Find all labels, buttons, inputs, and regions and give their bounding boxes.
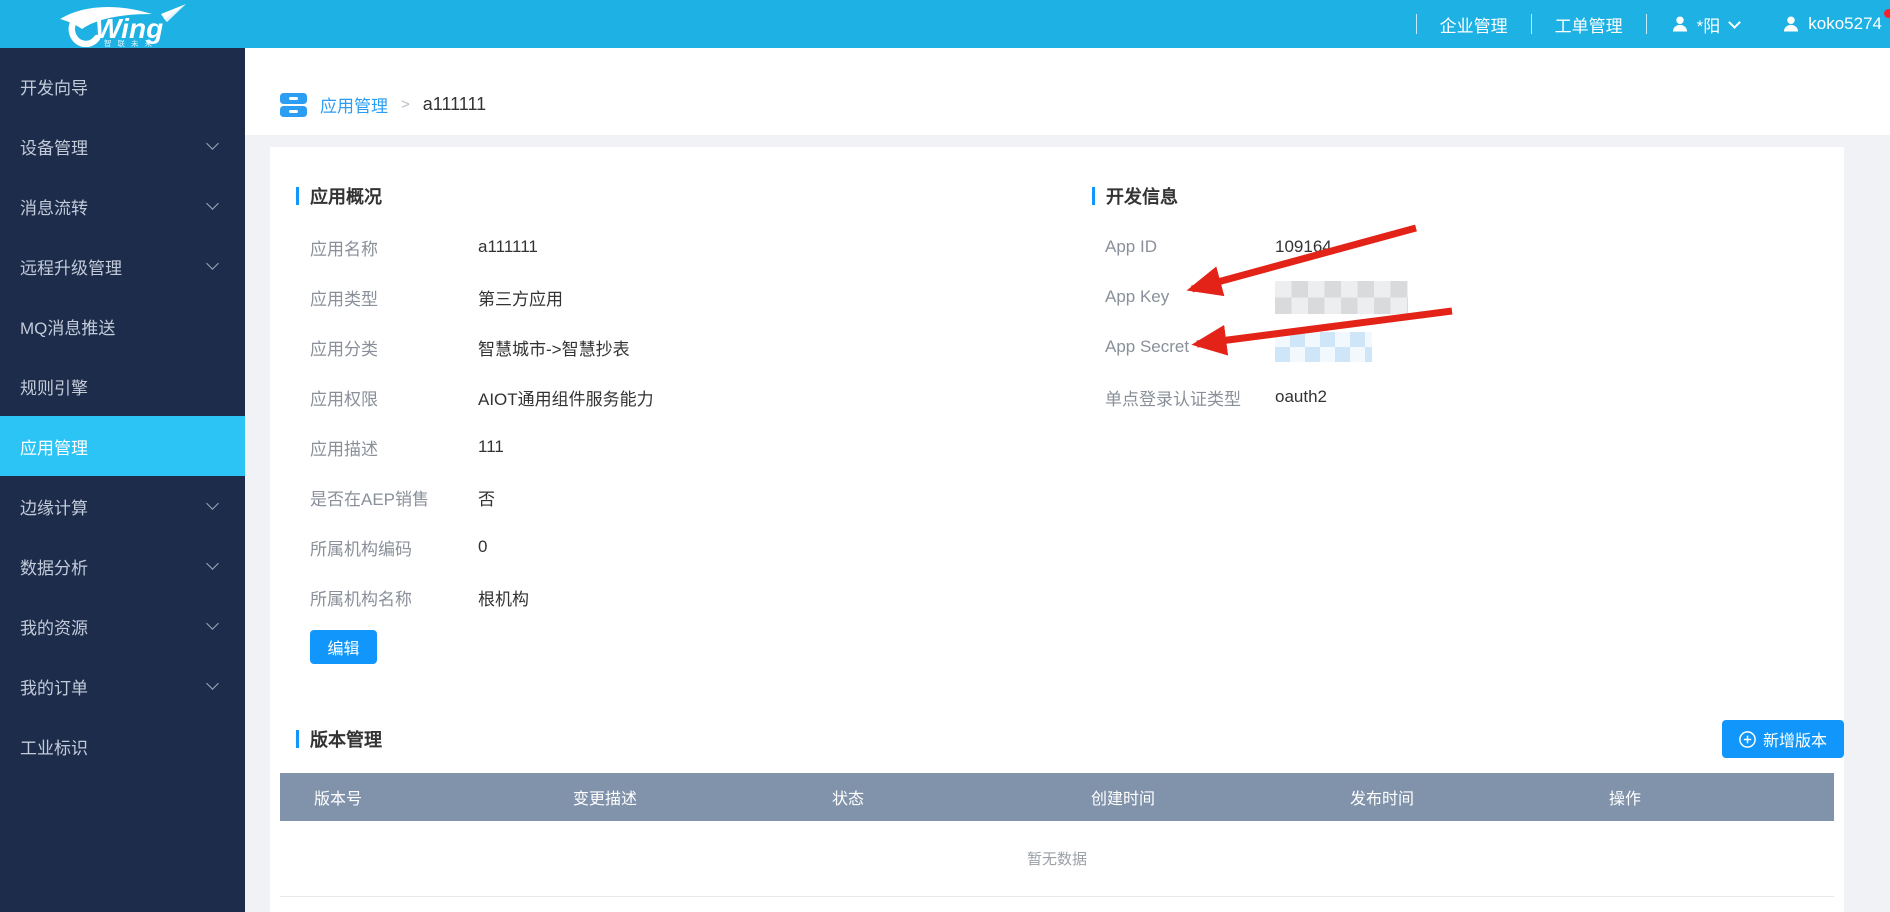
add-version-button[interactable]: 新增版本 (1722, 720, 1844, 758)
field-aep-sale: 是否在AEP销售否 (310, 472, 1036, 522)
field-app-type: 应用类型第三方应用 (310, 272, 1036, 322)
org-user-label: *阳 (1697, 12, 1721, 37)
breadcrumb: 应用管理 > a111111 (245, 48, 1890, 135)
field-app-secret: App Secret (1105, 322, 1732, 372)
breadcrumb-app-mgmt-link[interactable]: 应用管理 (320, 92, 388, 117)
field-org-name: 所属机构名称根机构 (310, 572, 1036, 622)
field-sso-auth-type: 单点登录认证类型oauth2 (1105, 372, 1732, 422)
col-change-desc: 变更描述 (539, 785, 798, 809)
title-accent-bar (296, 187, 299, 205)
user-icon (1781, 14, 1801, 34)
dev-info-section: 开发信息 App ID109164 App Key App Secret 单点登… (1092, 183, 1732, 422)
add-version-label: 新增版本 (1763, 727, 1827, 751)
version-title: 版本管理 (310, 726, 382, 752)
field-app-name: 应用名称a111111 (310, 222, 1036, 272)
app-overview-section: 应用概况 应用名称a111111 应用类型第三方应用 应用分类智慧城市->智慧抄… (296, 183, 1036, 664)
version-table-header: 版本号 变更描述 状态 创建时间 发布时间 操作 (280, 773, 1834, 821)
divider (1531, 14, 1532, 34)
notification-dot (1884, 9, 1890, 18)
edit-button[interactable]: 编辑 (310, 630, 377, 664)
org-user-menu[interactable]: *阳 (1670, 12, 1740, 37)
field-app-key: App Key (1105, 272, 1732, 322)
sidebar-item-my-resources[interactable]: 我的资源 (0, 596, 245, 656)
sidebar-item-my-orders[interactable]: 我的订单 (0, 656, 245, 716)
chevron-down-icon (206, 677, 219, 690)
app-detail-card: 应用概况 应用名称a111111 应用类型第三方应用 应用分类智慧城市->智慧抄… (270, 147, 1844, 912)
chevron-down-icon (206, 137, 219, 150)
breadcrumb-current: a111111 (423, 94, 486, 115)
chevron-down-icon (1728, 16, 1741, 29)
app-key-redacted-value (1275, 281, 1408, 314)
sidebar-item-message-flow[interactable]: 消息流转 (0, 176, 245, 236)
col-status: 状态 (798, 785, 1057, 809)
chevron-down-icon (206, 557, 219, 570)
sidebar-item-app-mgmt[interactable]: 应用管理 (0, 416, 245, 476)
chevron-down-icon (206, 197, 219, 210)
version-section-header: 版本管理 新增版本 (296, 720, 1844, 758)
sidebar-item-mq-push[interactable]: MQ消息推送 (0, 296, 245, 356)
username: koko5274 (1808, 14, 1882, 34)
field-app-id: App ID109164 (1105, 222, 1732, 272)
col-version: 版本号 (280, 785, 539, 809)
sidebar-item-edge-computing[interactable]: 边缘计算 (0, 476, 245, 536)
version-table: 版本号 变更描述 状态 创建时间 发布时间 操作 暂无数据 (280, 773, 1834, 897)
sidebar-item-device-mgmt[interactable]: 设备管理 (0, 116, 245, 176)
sidebar-item-data-analysis[interactable]: 数据分析 (0, 536, 245, 596)
col-created-time: 创建时间 (1057, 785, 1316, 809)
field-app-permission: 应用权限AIOT通用组件服务能力 (310, 372, 1036, 422)
col-published-time: 发布时间 (1316, 785, 1575, 809)
app-box-icon (280, 93, 307, 117)
ctwing-logo-icon: Wing 智联未来 (38, 1, 213, 47)
account-menu[interactable]: koko5274 (1781, 14, 1882, 34)
sidebar-item-industry-id[interactable]: 工业标识 (0, 716, 245, 776)
circle-plus-icon (1739, 731, 1756, 748)
page: Wing 智联未来 企业管理 工单管理 *阳 koko (0, 0, 1890, 912)
nav-enterprise-mgmt[interactable]: 企业管理 (1440, 12, 1508, 37)
sidebar-item-rule-engine[interactable]: 规则引擎 (0, 356, 245, 416)
chevron-down-icon (206, 257, 219, 270)
chevron-down-icon (206, 497, 219, 510)
field-org-code: 所属机构编码0 (310, 522, 1036, 572)
divider (1416, 14, 1417, 34)
col-actions: 操作 (1575, 785, 1834, 809)
app-secret-redacted-value (1275, 332, 1372, 362)
empty-state-text: 暂无数据 (280, 821, 1834, 897)
nav-workorder-mgmt[interactable]: 工单管理 (1555, 12, 1623, 37)
field-app-category: 应用分类智慧城市->智慧抄表 (310, 322, 1036, 372)
sidebar-item-ota-mgmt[interactable]: 远程升级管理 (0, 236, 245, 296)
sidebar-item-dev-guide[interactable]: 开发向导 (0, 56, 245, 116)
breadcrumb-separator: > (401, 96, 410, 113)
title-accent-bar (1092, 187, 1095, 205)
overview-title: 应用概况 (310, 183, 382, 209)
field-app-description: 应用描述111 (310, 422, 1036, 472)
sidebar: 开发向导 设备管理 消息流转 远程升级管理 MQ消息推送 规则引擎 应用管理 边… (0, 48, 245, 912)
title-accent-bar (296, 730, 299, 748)
logo-tagline: 智联未来 (104, 38, 158, 47)
devinfo-title: 开发信息 (1106, 183, 1178, 209)
top-nav: 企业管理 工单管理 *阳 koko5274 (1393, 0, 1882, 48)
ctwing-logo[interactable]: Wing 智联未来 (38, 1, 213, 47)
divider (1646, 14, 1647, 34)
chevron-down-icon (206, 617, 219, 630)
top-bar: Wing 智联未来 企业管理 工单管理 *阳 koko (0, 0, 1890, 48)
user-icon (1670, 14, 1690, 34)
